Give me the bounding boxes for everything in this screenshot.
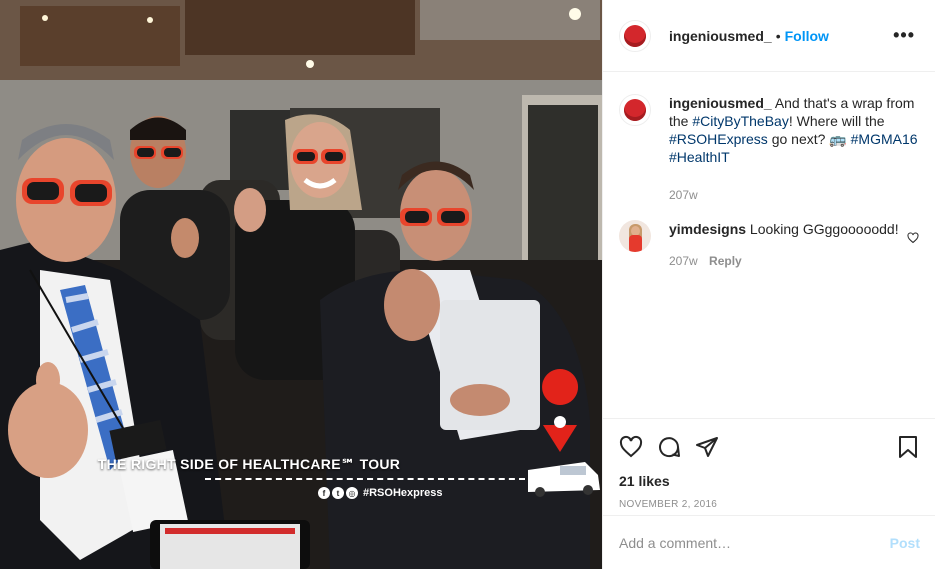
author-avatar[interactable] (619, 19, 651, 52)
caption-text-2: ! Where will the (788, 113, 885, 129)
brand-logo-icon (624, 24, 646, 47)
comment-item: yimdesigns Looking GGggooooodd! 207w Rep… (619, 220, 919, 270)
author-username[interactable]: ingeniousmed_ (669, 28, 772, 44)
photo-illustration (0, 0, 602, 569)
likes-count[interactable]: 21 likes (619, 473, 920, 489)
reply-button[interactable]: Reply (709, 254, 742, 268)
caption-text-3: go next? 🚌 (771, 131, 847, 147)
overlay-social-handles: f t ◎ #RSOHexpress (318, 487, 443, 499)
facebook-icon: f (318, 487, 330, 499)
instagram-post: THE RIGHT SIDE OF HEALTHCARE℠ TOUR f t ◎… (0, 0, 935, 569)
hashtag-mgma16[interactable]: #MGMA16 (851, 131, 918, 147)
hashtag-citybythebay[interactable]: #CityByTheBay (692, 113, 788, 129)
caption-body: ingeniousmed_ And that's a wrap from the… (669, 94, 919, 204)
comment-text: Looking GGggooooodd! (749, 221, 899, 237)
action-icons (619, 433, 920, 461)
instagram-icon: ◎ (346, 487, 358, 499)
caption-username[interactable]: ingeniousmed_ (669, 95, 772, 111)
add-comment-bar: Post (603, 515, 935, 569)
post-date[interactable]: NOVEMBER 2, 2016 (619, 499, 920, 510)
overlay-hashtag: #RSOHexpress (363, 487, 443, 499)
follow-button[interactable]: Follow (785, 28, 829, 44)
comment-input[interactable] (619, 534, 890, 551)
post-photo[interactable]: THE RIGHT SIDE OF HEALTHCARE℠ TOUR f t ◎… (0, 0, 602, 569)
comment-meta: 207w Reply (669, 252, 919, 270)
caption-time[interactable]: 207w (669, 188, 698, 202)
overlay-tour-title-text: THE RIGHT SIDE OF HEALTHCARE℠ TOUR (97, 456, 401, 472)
comment-body: yimdesigns Looking GGggooooodd! 207w Rep… (669, 220, 919, 270)
caption-meta: 207w (669, 186, 919, 204)
bookmark-icon[interactable] (896, 435, 920, 459)
comment-like-heart-icon[interactable] (907, 232, 919, 247)
overlay-tour-title: THE RIGHT SIDE OF HEALTHCARE℠ TOUR (0, 456, 602, 473)
comments-list: ingeniousmed_ And that's a wrap from the… (603, 72, 935, 420)
hashtag-healthit[interactable]: #HealthIT (669, 149, 730, 165)
comment-time[interactable]: 207w (669, 254, 698, 268)
share-paper-plane-icon[interactable] (695, 435, 719, 459)
more-options-icon[interactable]: ••• (893, 25, 915, 46)
comment-bubble-icon[interactable] (657, 435, 681, 459)
post-header: ingeniousmed_ • Follow ••• (603, 0, 935, 72)
caption-author-avatar[interactable] (619, 94, 651, 126)
caption: ingeniousmed_ And that's a wrap from the… (619, 94, 919, 204)
twitter-icon: t (332, 487, 344, 499)
header-separator: • (775, 27, 781, 44)
post-comment-button[interactable]: Post (890, 535, 920, 551)
overlay-divider (205, 478, 525, 480)
comment-username[interactable]: yimdesigns (669, 221, 746, 237)
post-actions: 21 likes NOVEMBER 2, 2016 (603, 418, 935, 510)
commenter-avatar[interactable] (619, 220, 651, 252)
like-heart-icon[interactable] (619, 435, 643, 459)
brand-logo-icon (624, 99, 646, 121)
hashtag-rsohexpress[interactable]: #RSOHExpress (669, 131, 768, 147)
post-side-panel: ingeniousmed_ • Follow ••• ingeniousmed_… (602, 0, 935, 569)
